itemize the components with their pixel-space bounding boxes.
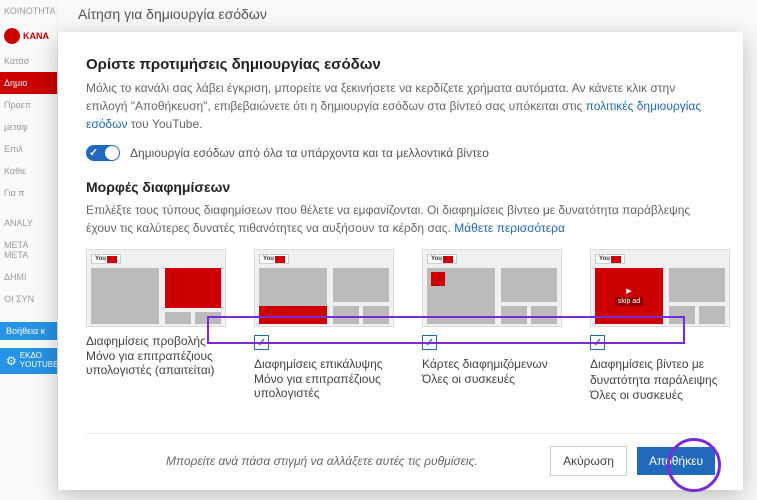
ad-format-overlay: You ✓ Διαφημίσεις επικάλυψης Μόνο για επ… [254,249,394,402]
ad-formats-heading: Μορφές διαφημίσεων [86,179,715,195]
play-icon: ▶ [626,287,631,295]
ad-formats-description: Επιλέξτε τους τύπους διαφημίσεων που θέλ… [86,201,715,237]
sidebar-item[interactable]: μεταφ [0,116,57,138]
sidebar-create[interactable]: ΔΗΜΙ [0,266,57,288]
cancel-button[interactable]: Ακύρωση [550,446,627,476]
skip-ad-label: skip ad [615,297,643,306]
user-icon [4,28,20,44]
sidebar-community[interactable]: ΚΟΙΝΟΤΗΤΑ [0,0,57,22]
ad-format-title: Διαφημίσεις βίντεο με δυνατότητα παράλει… [590,356,730,388]
sidebar-item[interactable]: Για π [0,182,57,204]
preferences-heading: Ορίστε προτιμήσεις δημιουργίας εσόδων [86,56,715,73]
ad-format-thumb: You ▶ skip ad [590,249,730,327]
ad-format-skippable-video: You ▶ skip ad ✓ Διαφημίσεις βίντεο με δυν… [590,249,730,402]
ad-format-display: You Διαφημίσεις προβολής Μόνο για επιτρα… [86,249,226,402]
studio-label-2: YOUTUBE STUDIO [20,361,57,370]
page-title: Αίτηση για δημιουργία εσόδων [78,0,737,28]
sidebar-meta[interactable]: ΜΕΤΑ ΜΕΤΑ [0,234,57,266]
sidebar-analytics[interactable]: ANALY [0,212,57,234]
toggle-knob [105,146,119,160]
save-button[interactable]: Αποθήκευ [637,447,715,475]
sidebar: ΚΟΙΝΟΤΗΤΑ ΚΑΝΑ Κατάσ Δημιο Προεπ μεταφ Ε… [0,0,58,500]
sidebar-item[interactable]: Επιλ [0,138,57,160]
sidebar-channel-label: ΚΑΝΑ [23,31,49,41]
sidebar-sync[interactable]: ΟΙ ΣΥΝ [0,288,57,310]
monetize-all-toggle[interactable]: ✓ [86,145,120,161]
ad-format-title: Διαφημίσεις επικάλυψης [254,356,394,372]
check-icon: ✓ [89,146,98,159]
ad-format-sub: Όλες οι συσκευές [422,372,562,386]
ad-format-sponsored-cards: You ✓ Κάρτες διαφημιζόμενων Όλες οι συσκ… [422,249,562,402]
help-button[interactable]: Βοήθεια κ [0,322,57,340]
youtube-logo-icon: You [427,254,457,264]
youtube-studio-button[interactable]: ⚙ ΕΚΔΟ YOUTUBE STUDIO [0,348,57,374]
ad-format-thumb: You [422,249,562,327]
ad-format-thumb: You [86,249,226,327]
sidebar-channel[interactable]: ΚΑΝΑ [0,22,57,50]
sidebar-item[interactable]: Προεπ [0,94,57,116]
ad-format-sub: Όλες οι συσκευές [590,388,730,402]
ad-format-checkbox[interactable]: ✓ [422,335,437,350]
monetization-modal: Ορίστε προτιμήσεις δημιουργίας εσόδων Μό… [58,32,743,490]
toggle-label: Δημιουργία εσόδων από όλα τα υπάρχοντα κ… [130,146,489,160]
ad-format-checkbox[interactable]: ✓ [590,335,605,350]
youtube-logo-icon: You [259,254,289,264]
youtube-logo-icon: You [595,254,625,264]
learn-more-link[interactable]: Μάθετε περισσότερα [454,221,565,235]
ad-format-list: You Διαφημίσεις προβολής Μόνο για επιτρα… [86,249,715,402]
youtube-logo-icon: You [91,254,121,264]
sidebar-item-active[interactable]: Δημιο [0,72,57,94]
ad-format-title: Διαφημίσεις προβολής [86,333,226,349]
ad-format-sub: Μόνο για επιτραπέζιους υπολογιστές [254,372,394,400]
ad-format-thumb: You [254,249,394,327]
ad-format-sub: Μόνο για επιτραπέζιους υπολογιστές (απαι… [86,349,226,377]
sidebar-item[interactable]: Κατάσ [0,50,57,72]
sidebar-item[interactable]: Καθιε [0,160,57,182]
preferences-description: Μόλις το κανάλι σας λάβει έγκριση, μπορε… [86,79,715,133]
gear-icon: ⚙ [6,354,17,368]
ad-format-checkbox[interactable]: ✓ [254,335,269,350]
ad-format-title: Κάρτες διαφημιζόμενων [422,356,562,372]
modal-footer: Μπορείτε ανά πάσα στιγμή να αλλάξετε αυτ… [86,433,715,476]
footer-note: Μπορείτε ανά πάσα στιγμή να αλλάξετε αυτ… [166,454,478,468]
